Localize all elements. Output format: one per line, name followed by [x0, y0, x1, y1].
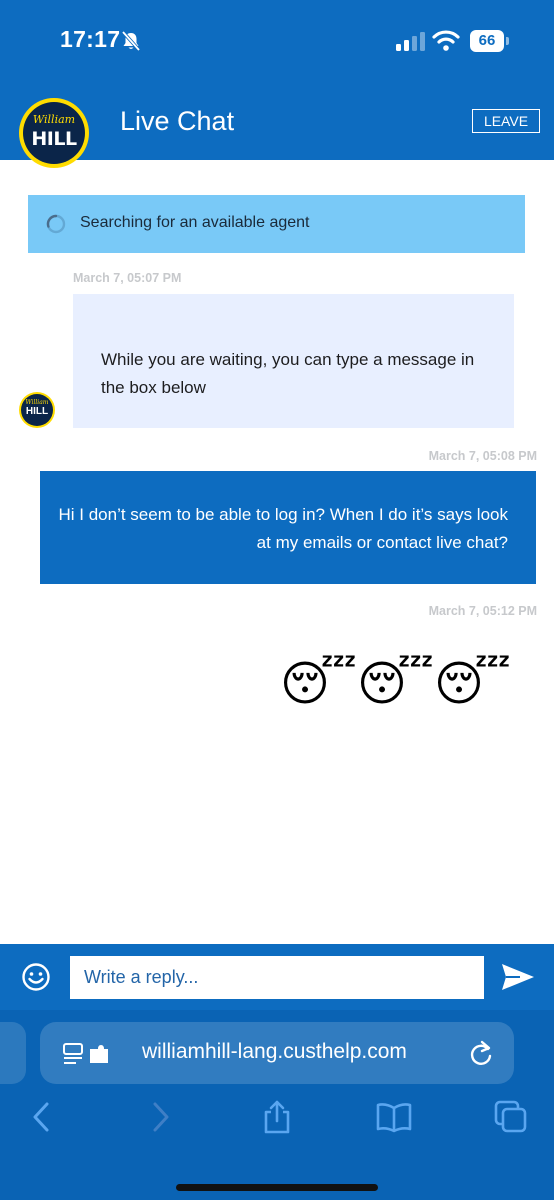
page-menu-icon[interactable]	[62, 1042, 112, 1066]
address-bar[interactable]: williamhill-lang.custhelp.com	[40, 1022, 514, 1084]
chat-header: 17:17 66 William HILL Live Chat LEAVE	[0, 0, 554, 168]
browser-toolbar: williamhill-lang.custhelp.com	[0, 1010, 554, 1200]
status-time: 17:17	[60, 26, 121, 52]
reply-bar	[0, 944, 554, 1010]
agent-search-banner: Searching for an available agent	[28, 195, 525, 253]
leave-button[interactable]: LEAVE	[472, 109, 540, 133]
reload-icon[interactable]	[468, 1040, 494, 1068]
reply-input[interactable]	[70, 956, 484, 999]
logo-text-william: William	[32, 113, 76, 126]
battery-level: 66	[470, 30, 504, 52]
agent-avatar: William HILL	[19, 392, 55, 428]
battery-icon: 66	[470, 30, 510, 52]
avatar-text-hill: HILL	[25, 406, 49, 417]
william-hill-logo: William HILL	[19, 98, 89, 168]
logo-text-hill: HILL	[31, 128, 77, 150]
tabs-icon[interactable]	[494, 1100, 528, 1134]
user-emoji-message: 😴😴😴	[280, 656, 511, 712]
agent-message-bubble: While you are waiting, you can type a me…	[73, 294, 514, 428]
signal-icon	[396, 32, 425, 51]
agent-message-text: While you are waiting, you can type a me…	[101, 350, 475, 397]
wifi-icon	[432, 30, 460, 51]
agent-avatar-badge: William HILL	[21, 394, 53, 426]
agent-search-text: Searching for an available agent	[80, 214, 310, 231]
logo-badge: William HILL	[23, 102, 85, 164]
page-title: Live Chat	[120, 106, 235, 136]
url-text: williamhill-lang.custhelp.com	[142, 1040, 407, 1063]
previous-tab-preview[interactable]	[0, 1022, 26, 1084]
user-message-bubble: Hi I don’t seem to be able to log in? Wh…	[40, 471, 536, 584]
message-timestamp: March 7, 05:08 PM	[428, 449, 537, 463]
bookmarks-icon[interactable]	[376, 1100, 412, 1134]
message-timestamp: March 7, 05:07 PM	[73, 271, 182, 285]
forward-icon[interactable]	[150, 1100, 172, 1134]
share-icon[interactable]	[262, 1100, 292, 1134]
send-icon[interactable]	[500, 962, 536, 992]
battery-tip	[506, 37, 509, 45]
spinner-icon	[46, 214, 66, 234]
home-indicator	[176, 1184, 378, 1191]
back-icon[interactable]	[30, 1100, 52, 1134]
silent-bell-icon	[121, 30, 141, 52]
smiley-icon[interactable]	[21, 962, 51, 992]
user-message-text: Hi I don’t seem to be able to log in? Wh…	[58, 505, 509, 552]
message-timestamp: March 7, 05:12 PM	[428, 604, 537, 618]
